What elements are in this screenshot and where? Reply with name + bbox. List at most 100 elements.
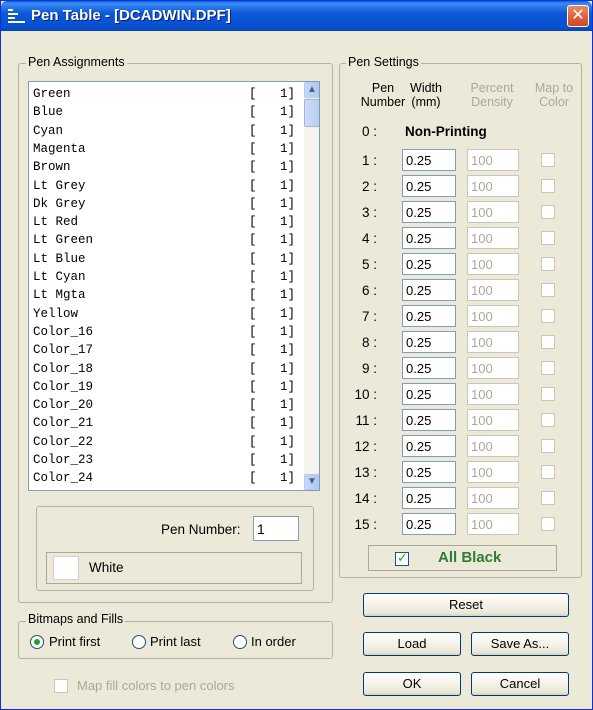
list-item[interactable]: Color_24 [1] (33, 471, 303, 489)
scroll-up-button[interactable]: ▲ (304, 82, 319, 98)
list-item[interactable]: Blue [1] (33, 105, 303, 123)
pen-width-field[interactable]: 0.25 (402, 279, 456, 301)
pen-density-field: 100 (467, 201, 519, 223)
color-name: White (89, 560, 124, 575)
list-item-name: Magenta (33, 141, 86, 156)
list-item-name: Yellow (33, 306, 79, 321)
pen-width-field[interactable]: 0.25 (402, 383, 456, 405)
radio-print-last-label[interactable]: Print last (150, 634, 201, 649)
list-item-name: Dk Grey (33, 196, 86, 211)
pen-density-field: 100 (467, 331, 519, 353)
list-item-open-bracket: [ (249, 105, 257, 120)
pen-width-field[interactable]: 0.25 (402, 149, 456, 171)
list-item-open-bracket: [ (249, 270, 257, 284)
pen-width-field[interactable]: 0.25 (402, 175, 456, 197)
app-menu-icon[interactable] (8, 9, 25, 24)
list-item[interactable]: Lt Green [1] (33, 233, 303, 251)
list-item[interactable]: Color_23 [1] (33, 453, 303, 471)
list-item-value: 1] (279, 398, 295, 413)
list-item[interactable]: Brown [1] (33, 160, 303, 178)
list-item[interactable]: Color_19 [1] (33, 380, 303, 398)
list-item-open-bracket: [ (249, 361, 257, 376)
list-item-name: Color_22 (33, 434, 94, 449)
reset-button[interactable]: Reset (363, 593, 569, 617)
ok-button[interactable]: OK (363, 672, 461, 696)
list-item[interactable]: Magenta [1] (33, 142, 303, 160)
list-item-open-bracket: [ (249, 343, 257, 358)
scroll-thumb[interactable] (304, 99, 319, 127)
list-item-name: Color_20 (33, 398, 94, 413)
save-as-button[interactable]: Save As... (471, 632, 569, 656)
list-item-name: Lt Grey (33, 178, 86, 193)
pen-width-field[interactable]: 0.25 (402, 487, 456, 509)
radio-in-order-control[interactable] (233, 635, 247, 649)
map-to-color-checkbox (541, 413, 555, 427)
pen-width-field[interactable]: 0.25 (402, 461, 456, 483)
radio-print-first-label[interactable]: Print first (49, 634, 100, 649)
check-icon: ✓ (397, 550, 408, 565)
load-button[interactable]: Load (363, 632, 461, 656)
list-item[interactable]: Lt Red [1] (33, 215, 303, 233)
list-item[interactable]: Dk Grey [1] (33, 197, 303, 215)
list-item[interactable]: Color_18 [1] (33, 362, 303, 380)
list-item-value: 1] (279, 379, 295, 394)
list-item-open-bracket: [ (249, 233, 257, 248)
list-item[interactable]: Green [1] (33, 87, 303, 105)
list-item[interactable]: Color_17 [1] (33, 343, 303, 361)
list-item[interactable]: Color_22 [1] (33, 435, 303, 453)
list-scrollbar[interactable]: ▲ ▼ (304, 82, 319, 490)
list-item-open-bracket: [ (249, 123, 257, 138)
list-item-open-bracket: [ (249, 471, 257, 486)
list-item-name: Color_18 (33, 361, 94, 376)
pen-density-field: 100 (467, 435, 519, 457)
list-item[interactable]: Color_16 [1] (33, 325, 303, 343)
list-item-name: Lt Red (33, 215, 79, 230)
list-item-value: 1] (279, 178, 295, 193)
list-item[interactable]: Yellow [1] (33, 307, 303, 325)
list-item-name: Color_23 (33, 453, 94, 467)
radio-print-last-control[interactable] (132, 635, 146, 649)
map-to-color-checkbox (541, 361, 555, 375)
list-item[interactable]: Color_20 [1] (33, 398, 303, 416)
list-item-open-bracket: [ (249, 178, 257, 193)
scroll-up-icon: ▲ (307, 84, 317, 95)
pen-width-field[interactable]: 0.25 (402, 305, 456, 327)
list-item-open-bracket: [ (249, 87, 257, 101)
radio-in-order-label[interactable]: In order (251, 634, 296, 649)
list-item-value: 1] (279, 288, 295, 303)
list-item[interactable]: Color_21 [1] (33, 416, 303, 434)
all-black-checkbox[interactable]: ✓ (395, 550, 409, 566)
close-icon: ✕ (571, 7, 585, 24)
pen-width-field[interactable]: 0.25 (402, 201, 456, 223)
list-item-open-bracket: [ (249, 324, 257, 339)
pen-width-field[interactable]: 0.25 (402, 227, 456, 249)
list-item-value: 1] (279, 123, 295, 138)
map-to-color-checkbox (541, 387, 555, 401)
all-black-label[interactable]: All Black (438, 549, 501, 566)
pen-width-field[interactable]: 0.25 (402, 513, 456, 535)
list-item[interactable]: Lt Mgta [1] (33, 288, 303, 306)
pen-width-field[interactable]: 0.25 (402, 357, 456, 379)
pen-0-label: 0 : (361, 124, 377, 139)
map-fill-checkbox[interactable] (54, 679, 68, 693)
pen-width-field[interactable]: 0.25 (402, 253, 456, 275)
title-bar[interactable]: Pen Table - [DCADWIN.DPF] ✕ (1, 1, 592, 31)
list-item[interactable]: Lt Blue [1] (33, 252, 303, 270)
pen-width-field[interactable]: 0.25 (402, 409, 456, 431)
map-to-color-checkbox (541, 335, 555, 349)
close-button[interactable]: ✕ (567, 5, 589, 27)
list-item[interactable]: Lt Grey [1] (33, 179, 303, 197)
list-item-name: Color_24 (33, 471, 94, 486)
cancel-button[interactable]: Cancel (471, 672, 569, 696)
list-item-name: Lt Cyan (33, 270, 86, 284)
list-item[interactable]: Lt Cyan [1] (33, 270, 303, 288)
map-to-color-checkbox (541, 309, 555, 323)
pen-width-field[interactable]: 0.25 (402, 331, 456, 353)
radio-print-first-control[interactable] (30, 635, 44, 649)
list-item-value: 1] (279, 215, 295, 230)
pen-width-field[interactable]: 0.25 (402, 435, 456, 457)
pen-assignment-list[interactable]: Green [1] Blue [1] Cyan [1] Magenta [1] Brown [1]… (28, 81, 320, 491)
pen-number-input[interactable] (253, 516, 299, 541)
list-item[interactable]: Cyan [1] (33, 124, 303, 142)
scroll-down-button[interactable]: ▼ (304, 474, 319, 490)
